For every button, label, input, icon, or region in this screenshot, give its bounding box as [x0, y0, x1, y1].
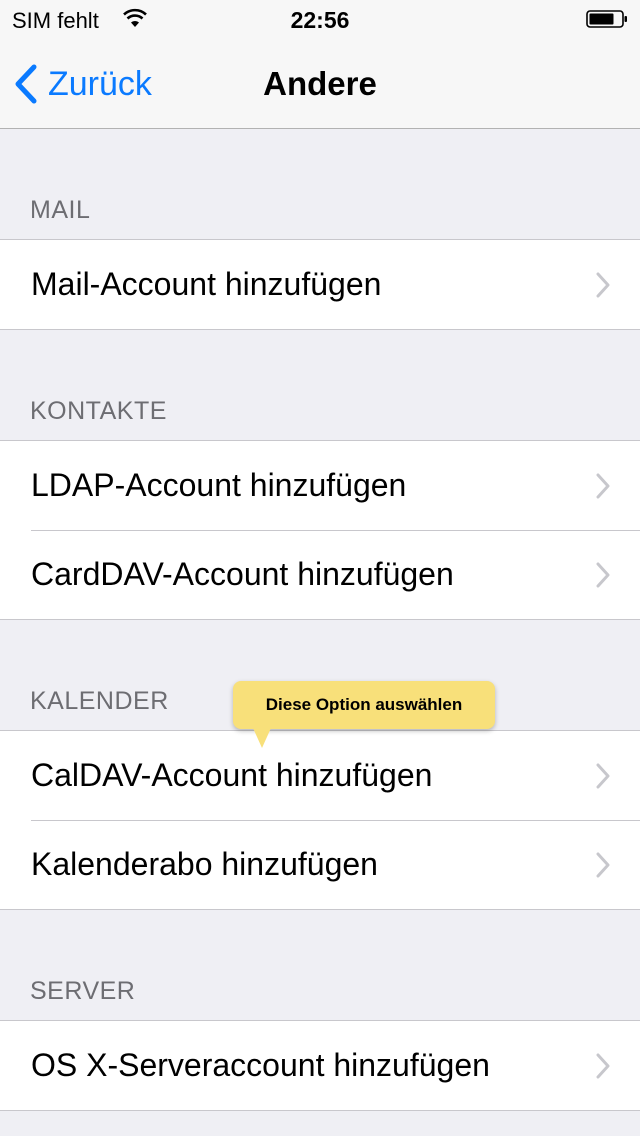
cell-label: OS X-Serveraccount hinzufügen [31, 1047, 490, 1083]
chevron-right-icon [596, 763, 610, 788]
add-ldap-account-cell[interactable]: LDAP-Account hinzufügen [0, 441, 640, 530]
chevron-right-icon [596, 852, 610, 877]
add-calendar-subscription-cell[interactable]: Kalenderabo hinzufügen [0, 820, 640, 909]
status-bar: SIM fehlt 22:56 [0, 0, 640, 40]
cell-label: CardDAV-Account hinzufügen [31, 556, 454, 592]
section-calendar: CalDAV-Account hinzufügen Kalenderabo hi… [0, 730, 640, 910]
battery-icon [586, 10, 628, 28]
section-server: OS X-Serveraccount hinzufügen [0, 1020, 640, 1111]
add-carddav-account-cell[interactable]: CardDAV-Account hinzufügen [0, 530, 640, 619]
section-header-server: SERVER [30, 977, 136, 1005]
chevron-right-icon [596, 562, 610, 587]
add-caldav-account-cell[interactable]: CalDAV-Account hinzufügen [0, 731, 640, 820]
cell-label: LDAP-Account hinzufügen [31, 467, 407, 503]
add-mail-account-cell[interactable]: Mail-Account hinzufügen [0, 240, 640, 329]
section-mail: Mail-Account hinzufügen [0, 239, 640, 330]
tooltip-pointer [253, 728, 271, 748]
navigation-bar: Zurück Andere [0, 40, 640, 129]
chevron-right-icon [596, 272, 610, 297]
settings-list: MAIL Mail-Account hinzufügen KONTAKTE LD… [0, 129, 640, 1111]
status-time: 22:56 [290, 7, 350, 33]
cell-label: CalDAV-Account hinzufügen [31, 757, 433, 793]
cell-label: Mail-Account hinzufügen [31, 266, 382, 302]
section-header-contacts: KONTAKTE [30, 397, 167, 425]
section-header-mail: MAIL [30, 196, 91, 224]
chevron-right-icon [596, 1053, 610, 1078]
cell-label: Kalenderabo hinzufügen [31, 846, 378, 882]
page-title: Andere [263, 65, 377, 102]
add-osx-server-account-cell[interactable]: OS X-Serveraccount hinzufügen [0, 1021, 640, 1110]
tooltip-callout: Diese Option auswählen [233, 681, 495, 729]
section-contacts: LDAP-Account hinzufügen CardDAV-Account … [0, 440, 640, 620]
chevron-right-icon [596, 473, 610, 498]
